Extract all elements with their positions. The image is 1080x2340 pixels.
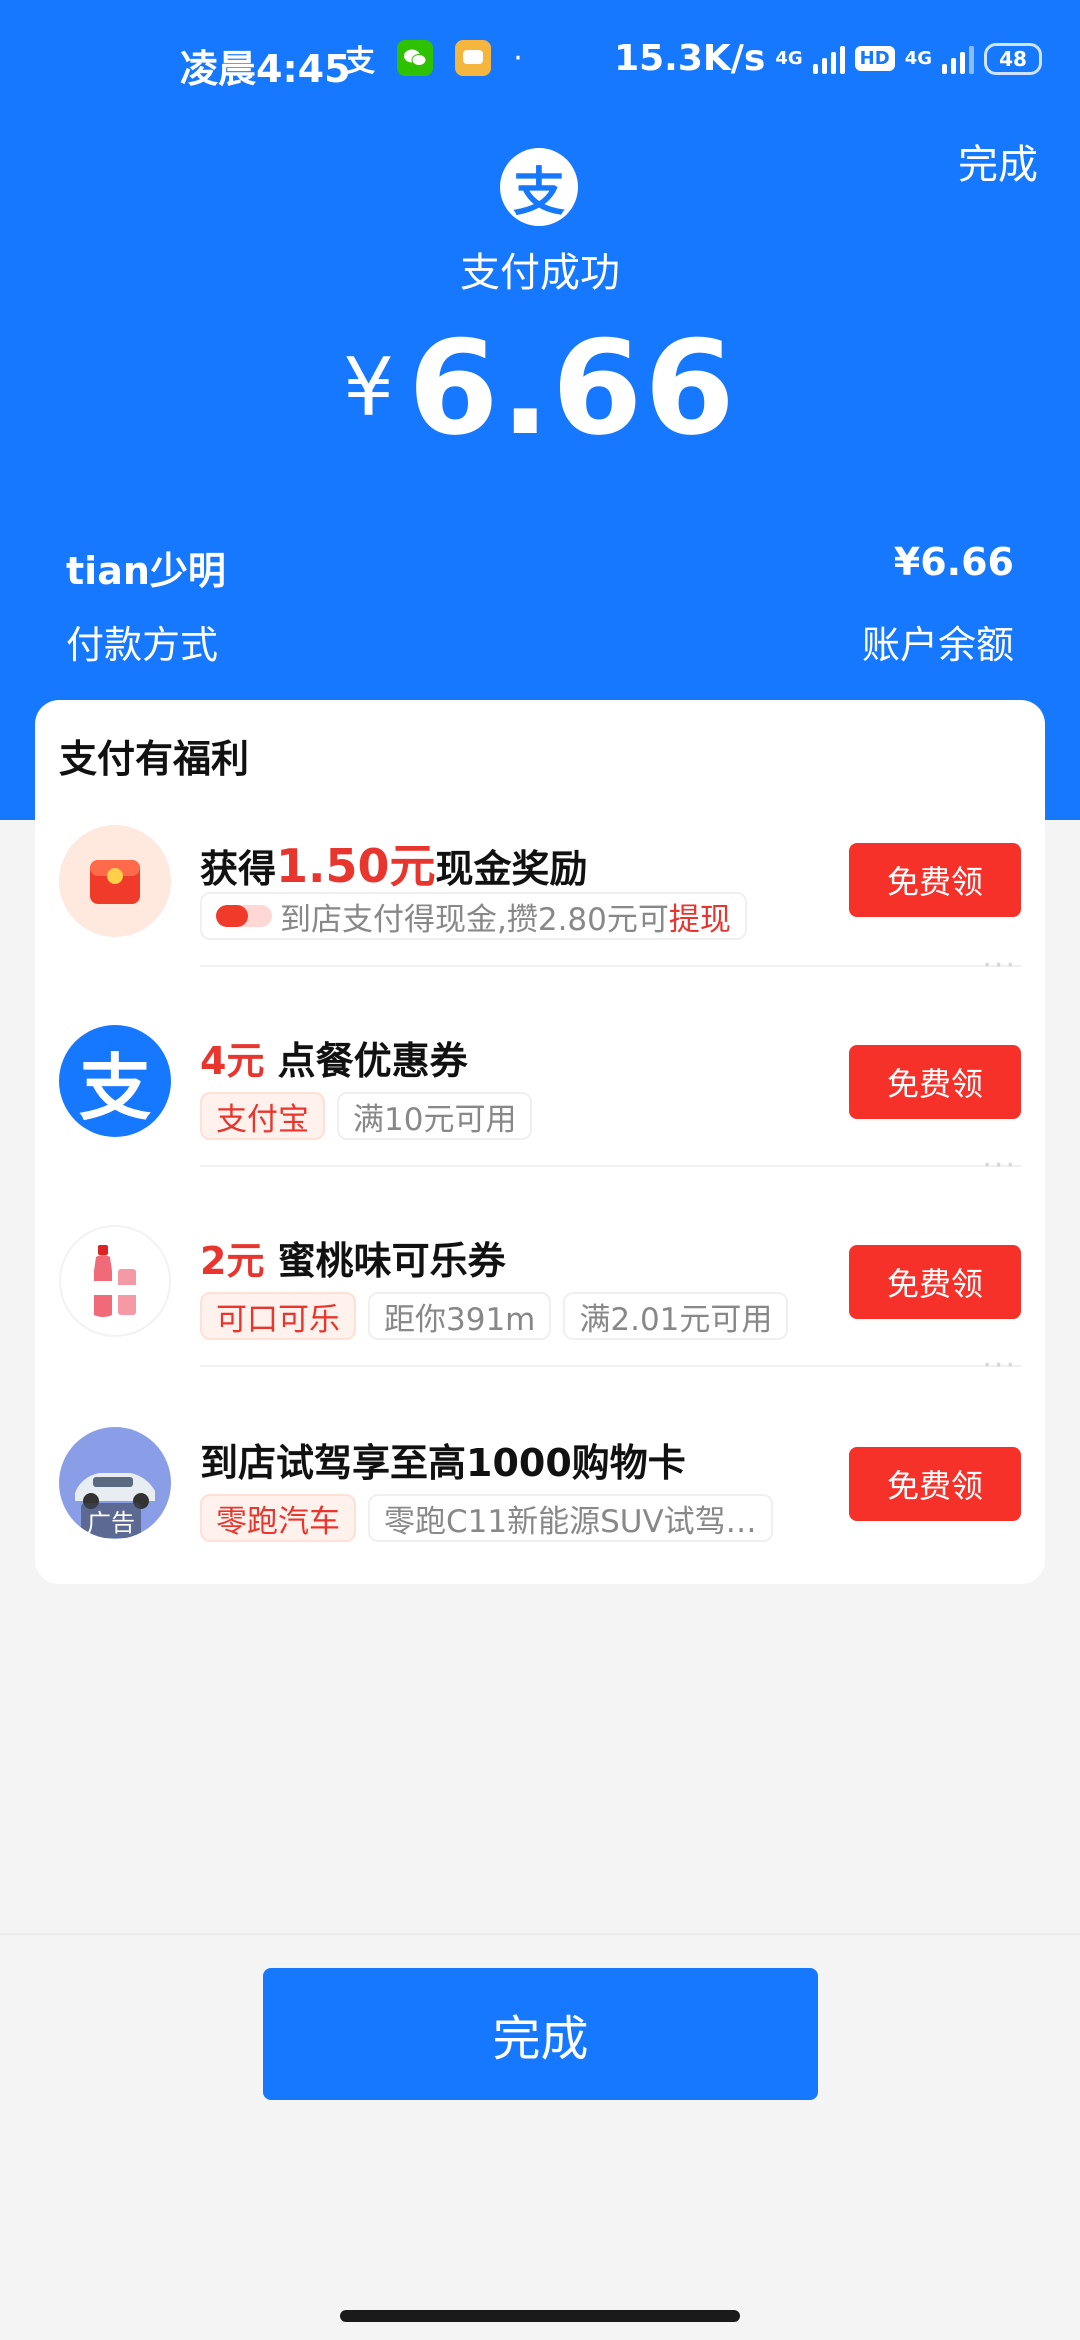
alipay-logo-icon: 支 [59,1025,171,1137]
claim-button[interactable]: 免费领 [849,1045,1021,1119]
footer-divider [0,1933,1080,1935]
status-bar: 凌晨4:45 支 · 15.3K/s 4G HD 4G 48 [0,0,1080,120]
more-options-icon[interactable]: ··· [982,1148,1017,1183]
benefits-card: 支付有福利 获得1.50元现金奖励 到店支付得现金,攒2.80元可 提现 免费领 … [35,700,1045,1584]
claim-button[interactable]: 免费领 [849,843,1021,917]
brand-tag: 零跑汽车 [200,1494,356,1542]
benefits-title: 支付有福利 [59,737,250,781]
benefit-title: 2元 蜜桃味可乐券 [200,1239,506,1283]
progress-toggle-icon [216,905,272,927]
condition-tag: 满10元可用 [337,1092,533,1140]
amount-value: 6.66 [408,312,737,464]
currency-symbol: ¥ [343,341,395,434]
signal-icon-2 [942,44,974,74]
condition-tag: 满2.01元可用 [563,1292,789,1340]
divider [200,1165,1021,1167]
wechat-notification-icon [397,40,433,76]
hd-icon: HD [854,46,895,71]
more-options-icon[interactable]: ··· [982,948,1017,983]
benefit-title: 4元 点餐优惠券 [200,1039,468,1083]
payee-name: tian少明 [66,549,226,593]
description-tag: 零跑C11新能源SUV试驾… [368,1494,773,1542]
message-notification-icon [455,40,491,76]
cash-progress-tag: 到店支付得现金,攒2.80元可 提现 [200,892,747,940]
notification-icons: 支 · [345,40,523,79]
network-type-2: 4G [904,48,932,69]
ad-label: 广告 [81,1503,141,1538]
claim-button[interactable]: 免费领 [849,1447,1021,1521]
payee-amount: ¥6.66 [893,540,1014,584]
brand-tag: 支付宝 [200,1092,325,1140]
brand-tag: 可口可乐 [200,1292,356,1340]
top-done-button[interactable]: 完成 [958,132,1038,190]
cola-bottle-icon [59,1225,171,1337]
status-right: 15.3K/s 4G HD 4G 48 [614,38,1042,79]
benefit-item-test-drive-ad[interactable]: 广告 到店试驾享至高1000购物卡 零跑汽车 零跑C11新能源SUV试驾… 免费… [35,1412,1045,1612]
payment-method-value: 账户余额 [861,623,1014,667]
benefit-title: 获得1.50元现金奖励 [200,839,588,893]
divider [200,1365,1021,1367]
red-packet-icon [59,825,171,937]
battery-icon: 48 [984,42,1042,75]
car-icon: 广告 [59,1427,171,1539]
alipay-logo-icon: 支 [500,148,578,226]
benefit-item-cash-reward[interactable]: 获得1.50元现金奖励 到店支付得现金,攒2.80元可 提现 免费领 [35,810,1045,1010]
signal-icon [812,44,845,74]
status-time: 凌晨4:45 [180,47,351,91]
payment-amount: ¥6.66 [0,312,1080,464]
divider [200,965,1021,967]
benefit-title: 到店试驾享至高1000购物卡 [200,1441,686,1485]
distance-tag: 距你391m [368,1292,552,1340]
more-notifications-dot-icon: · [513,40,523,76]
payment-method-label: 付款方式 [66,623,219,667]
claim-button[interactable]: 免费领 [849,1245,1021,1319]
benefit-item-meal-coupon[interactable]: 支 4元 点餐优惠券 支付宝 满10元可用 免费领 [35,1010,1045,1210]
done-button[interactable]: 完成 [263,1968,818,2100]
network-speed: 15.3K/s [614,38,766,79]
alipay-notification-icon: 支 [345,44,375,79]
benefit-item-cola-coupon[interactable]: 2元 蜜桃味可乐券 可口可乐 距你391m 满2.01元可用 免费领 [35,1210,1045,1410]
network-type-1: 4G [775,48,803,69]
more-options-icon[interactable]: ··· [982,1348,1017,1383]
home-indicator[interactable] [340,2310,740,2322]
payment-status: 支付成功 [460,250,620,296]
